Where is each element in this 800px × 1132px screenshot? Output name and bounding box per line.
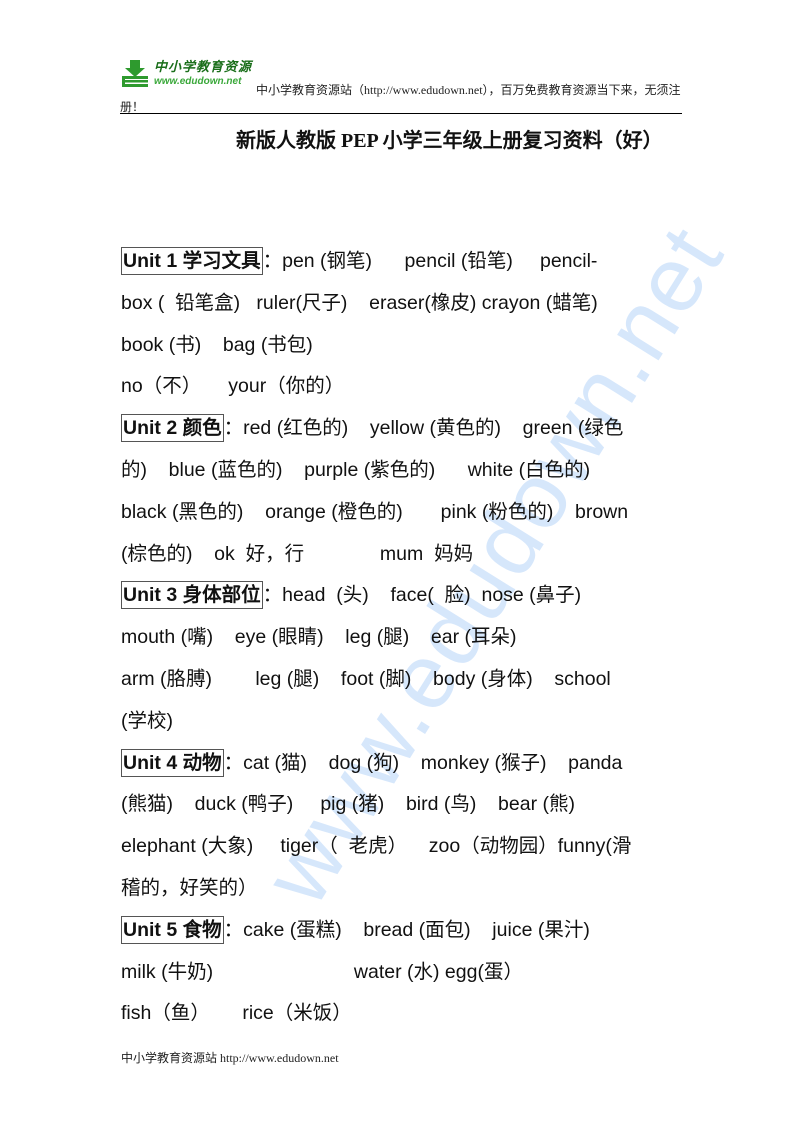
site-logo[interactable]: 中小学教育资源 www.edudown.net (120, 56, 260, 92)
unit-1-line-1: Unit 1 学习文具 ：pen (钢笔) pencil (铅笔) pencil- (121, 246, 691, 288)
unit-3-text: ：head (头) face( 脸) nose (鼻子) (262, 584, 582, 607)
unit-4-line-2: (熊猫) duck (鸭子) pig (猪) bird (鸟) bear (熊) (121, 793, 575, 816)
page-header: 中小学教育资源 www.edudown.net 中小学教育资源站（http://… (120, 56, 682, 116)
unit-4-text: ：cat (猫) dog (狗) monkey (猴子) panda (223, 751, 623, 774)
unit-3-line-4: (学校) (121, 709, 173, 732)
unit-4-heading: Unit 4 动物 (121, 748, 224, 777)
document-title: 新版人教版 PEP 小学三年级上册复习资料（好） (236, 130, 663, 152)
unit-5-line-1: Unit 5 食物 ：cake (蛋糕) bread (面包) juice (果汁… (121, 915, 691, 957)
unit-5-heading: Unit 5 食物 (121, 915, 224, 944)
unit-3-line-3: arm (胳膊) leg (腿) foot (脚) body (身体) scho… (121, 667, 611, 690)
unit-3-line-1: Unit 3 身体部位 ：head (头) face( 脸) nose (鼻子) (121, 580, 691, 622)
unit-3-line-2: mouth (嘴) eye (眼睛) leg (腿) ear (耳朵) (121, 626, 517, 649)
unit-5-line-3: fish（鱼） rice（米饭） (121, 1002, 352, 1025)
header-text: 中小学教育资源站（http://www.edudown.net），百万免费教育资… (256, 83, 681, 97)
document-page: www.edudown.net 中小学教育资源 www.edudown.net … (0, 0, 800, 1132)
unit-2-heading: Unit 2 颜色 (121, 414, 224, 443)
unit-2-line-2: 的) blue (蓝色的) purple (紫色的) white (白色的) (121, 458, 591, 481)
unit-2-line-1: Unit 2 颜色 ：red (红色的) yellow (黄色的) green (… (121, 413, 691, 455)
header-divider (120, 113, 682, 114)
unit-5-text: ：cake (蛋糕) bread (面包) juice (果汁) (223, 918, 590, 941)
vocabulary-content: Unit 1 学习文具 ：pen (钢笔) pencil (铅笔) pencil-… (121, 246, 691, 1040)
unit-2-text: ：red (红色的) yellow (黄色的) green (绿色 (223, 417, 624, 440)
logo-url: www.edudown.net (154, 76, 242, 87)
page-footer: 中小学教育资源站 http://www.edudown.net (121, 1051, 339, 1065)
download-book-icon (122, 60, 148, 87)
unit-5-line-2: milk (牛奶) water (水) egg(蛋） (121, 960, 523, 983)
unit-1-text: ：pen (钢笔) pencil (铅笔) pencil- (262, 250, 598, 272)
unit-2-line-3: black (黑色的) orange (橙色的) pink (粉色的) brow… (121, 500, 629, 523)
unit-4-line-1: Unit 4 动物 ：cat (猫) dog (狗) monkey (猴子) pa… (121, 748, 691, 790)
unit-1-heading: Unit 1 学习文具 (121, 247, 263, 275)
unit-1-line-2: box ( 铅笔盒) ruler(尺子) eraser(橡皮) crayon (… (121, 291, 598, 314)
unit-4-line-4: 稽的，好笑的） (121, 876, 258, 899)
unit-1-line-3: book (书) bag (书包) (121, 333, 313, 356)
unit-1-line-4: no（不） your（你的） (121, 375, 345, 398)
unit-3-heading: Unit 3 身体部位 (121, 581, 263, 610)
unit-4-line-3: elephant (大象) tiger（ 老虎） zoo（动物园）funny(滑 (121, 835, 632, 858)
logo-text: 中小学教育资源 (154, 60, 253, 75)
unit-2-line-4: (棕色的) ok 好，行 mum 妈妈 (121, 542, 474, 565)
